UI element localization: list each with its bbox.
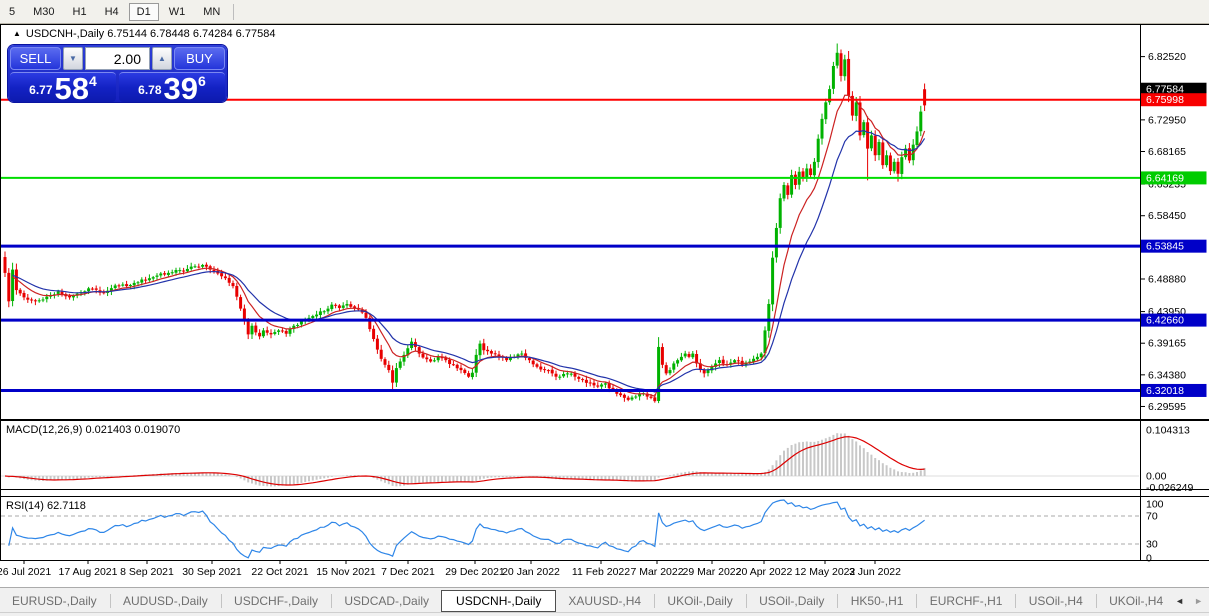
- svg-text:6.39165: 6.39165: [1148, 338, 1186, 350]
- svg-text:6.64169: 6.64169: [1146, 172, 1184, 184]
- svg-text:6.32018: 6.32018: [1146, 385, 1184, 397]
- timeframe-button-m30[interactable]: M30: [25, 3, 62, 21]
- volume-increase-button[interactable]: ▲: [152, 47, 172, 70]
- svg-text:0: 0: [1146, 553, 1152, 565]
- svg-text:0.104313: 0.104313: [1146, 425, 1190, 437]
- chart-tabs: EURUSD-,DailyAUDUSD-,DailyUSDCHF-,DailyU…: [0, 587, 1209, 613]
- tab-ukoil-h4[interactable]: UKOil-,H4: [1097, 591, 1175, 611]
- svg-text:6.29595: 6.29595: [1148, 401, 1186, 413]
- svg-text:8 Sep 2021: 8 Sep 2021: [120, 566, 174, 578]
- tab-eurusd-daily[interactable]: EURUSD-,Daily: [0, 591, 109, 611]
- sell-price-prefix: 6.77: [29, 83, 52, 97]
- tab-xauusd-h4[interactable]: XAUUSD-,H4: [556, 591, 653, 611]
- svg-text:70: 70: [1146, 511, 1158, 523]
- tab-scroll-arrows: ◄►: [1175, 596, 1203, 606]
- svg-text:6.42660: 6.42660: [1146, 315, 1184, 327]
- timeframe-button-h4[interactable]: H4: [97, 3, 127, 21]
- buy-price-point: 6: [198, 73, 206, 89]
- chevron-down-icon: ▼: [69, 54, 77, 63]
- svg-text:30: 30: [1146, 539, 1158, 551]
- svg-text:29 Mar 2022: 29 Mar 2022: [683, 566, 742, 578]
- svg-text:100: 100: [1146, 499, 1164, 511]
- tab-usdcnh-daily[interactable]: USDCNH-,Daily: [441, 590, 556, 612]
- chart-symbol-label: USDCNH-,Daily: [26, 28, 104, 40]
- svg-text:0.00: 0.00: [1146, 471, 1167, 483]
- buy-price-display[interactable]: 6.78 39 6: [119, 72, 225, 102]
- svg-text:-0.026249: -0.026249: [1146, 482, 1193, 494]
- svg-text:7 Mar 2022: 7 Mar 2022: [630, 566, 683, 578]
- volume-input[interactable]: 2.00: [85, 47, 150, 70]
- svg-text:6.72950: 6.72950: [1148, 114, 1186, 126]
- svg-text:6.68165: 6.68165: [1148, 146, 1186, 158]
- volume-decrease-button[interactable]: ▼: [63, 47, 83, 70]
- svg-text:6.34380: 6.34380: [1148, 369, 1186, 381]
- sell-price-point: 4: [89, 73, 97, 89]
- buy-button[interactable]: BUY: [174, 47, 225, 70]
- tabs-scroll-left-icon[interactable]: ◄: [1175, 596, 1184, 606]
- svg-text:11 Feb 2022: 11 Feb 2022: [572, 566, 630, 578]
- sell-price-pips: 58: [55, 75, 89, 102]
- timeframe-button-h1[interactable]: H1: [65, 3, 95, 21]
- sell-button[interactable]: SELL: [10, 47, 61, 70]
- tab-usoil-h4[interactable]: USOil-,H4: [1017, 591, 1095, 611]
- svg-text:20 Apr 2022: 20 Apr 2022: [736, 566, 793, 578]
- svg-text:20 Jan 2022: 20 Jan 2022: [502, 566, 560, 578]
- tab-eurchf-h1[interactable]: EURCHF-,H1: [918, 591, 1015, 611]
- svg-text:17 Aug 2021: 17 Aug 2021: [59, 566, 118, 578]
- sell-price-display[interactable]: 6.77 58 4: [10, 72, 116, 102]
- tab-usdcad-daily[interactable]: USDCAD-,Daily: [332, 591, 441, 611]
- svg-text:6.58450: 6.58450: [1148, 210, 1186, 222]
- tab-hk50-h1[interactable]: HK50-,H1: [839, 591, 916, 611]
- chart-ohlc-values: 6.75144 6.78448 6.74284 6.77584: [107, 28, 275, 40]
- svg-text:15 Nov 2021: 15 Nov 2021: [316, 566, 376, 578]
- svg-text:6.53845: 6.53845: [1146, 241, 1184, 253]
- status-bar: [0, 612, 1209, 616]
- toolbar-separator: [233, 4, 234, 20]
- svg-text:26 Jul 2021: 26 Jul 2021: [0, 566, 51, 578]
- macd-label: MACD(12,26,9) 0.021403 0.019070: [6, 424, 180, 436]
- collapse-panel-icon[interactable]: ▲: [13, 29, 21, 38]
- chart-title: ▲ USDCNH-,Daily 6.75144 6.78448 6.74284 6…: [13, 28, 275, 40]
- svg-text:3 Jun 2022: 3 Jun 2022: [849, 566, 901, 578]
- timeframe-button-5[interactable]: 5: [1, 3, 23, 21]
- buy-price-prefix: 6.78: [138, 83, 161, 97]
- tab-audusd-daily[interactable]: AUDUSD-,Daily: [111, 591, 220, 611]
- svg-text:29 Dec 2021: 29 Dec 2021: [445, 566, 505, 578]
- svg-text:7 Dec 2021: 7 Dec 2021: [381, 566, 435, 578]
- svg-text:30 Sep 2021: 30 Sep 2021: [182, 566, 242, 578]
- tabs-scroll-right-icon[interactable]: ►: [1194, 596, 1203, 606]
- svg-text:22 Oct 2021: 22 Oct 2021: [251, 566, 308, 578]
- chart-background: [0, 24, 1209, 586]
- timeframe-button-mn[interactable]: MN: [195, 3, 228, 21]
- svg-text:6.82520: 6.82520: [1148, 51, 1186, 63]
- rsi-label: RSI(14) 62.7118: [6, 500, 86, 512]
- chevron-up-icon: ▲: [158, 54, 166, 63]
- svg-text:12 May 2022: 12 May 2022: [795, 566, 856, 578]
- one-click-trading-panel: SELL ▼ 2.00 ▲ BUY 6.77 58 4 6.78 39 6: [8, 45, 227, 102]
- buy-price-pips: 39: [164, 75, 198, 102]
- timeframe-button-d1[interactable]: D1: [129, 3, 159, 21]
- svg-text:6.48880: 6.48880: [1148, 273, 1186, 285]
- tab-usoil-daily[interactable]: USOil-,Daily: [747, 591, 836, 611]
- tab-ukoil-daily[interactable]: UKOil-,Daily: [655, 591, 744, 611]
- timeframe-button-w1[interactable]: W1: [161, 3, 194, 21]
- mt4-window: 5M30H1H4D1W1MN 6.825206.729506.681656.63…: [0, 0, 1209, 616]
- svg-text:6.75998: 6.75998: [1146, 94, 1184, 106]
- tab-usdchf-daily[interactable]: USDCHF-,Daily: [222, 591, 330, 611]
- timeframe-toolbar: 5M30H1H4D1W1MN: [0, 0, 1209, 24]
